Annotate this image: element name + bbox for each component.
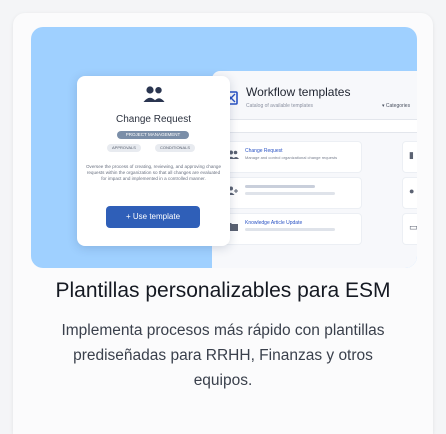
catalog-row-title — [245, 185, 315, 188]
hero-illustration: Workflow templates Catalog of available … — [31, 27, 417, 268]
template-description: Oversee the process of creating, reviewi… — [85, 164, 222, 181]
catalog-card[interactable]: ● — [402, 177, 417, 209]
catalog-row-description — [245, 192, 335, 195]
use-template-button[interactable]: + Use template — [106, 206, 200, 228]
workflow-catalog-panel: Workflow templates Catalog of available … — [212, 71, 417, 268]
calendar-icon: ▭ — [409, 222, 417, 232]
catalog-row-description: Manage and control organizational change… — [245, 155, 338, 160]
tag-chip-approvals: APPROVALS — [107, 144, 141, 152]
category-badge: PROJECT MANAGEMENT — [117, 131, 189, 139]
categories-filter-label: Categories — [385, 103, 411, 109]
tag-chip-conditionals: CONDITIONALS — [155, 144, 196, 152]
catalog-search-input[interactable] — [220, 119, 417, 133]
catalog-row-title: Change Request — [245, 148, 283, 154]
catalog-row-description — [245, 228, 335, 231]
feature-description: Implementa procesos más rápido con plant… — [61, 322, 385, 389]
people-icon — [143, 86, 165, 102]
catalog-row[interactable]: Change Request Manage and control organi… — [220, 141, 362, 173]
template-card[interactable]: Change Request PROJECT MANAGEMENT APPROV… — [77, 76, 230, 246]
catalog-row[interactable]: Knowledge Article Update — [220, 213, 362, 245]
catalog-title: Workflow templates — [246, 85, 351, 99]
person-icon: ● — [409, 186, 415, 196]
document-icon: ▮ — [409, 150, 414, 160]
feature-heading: Plantillas personalizables para ESM — [55, 279, 391, 302]
template-name: Change Request — [115, 114, 192, 125]
catalog-card[interactable]: ▮ — [402, 141, 417, 173]
categories-filter[interactable]: ▾ Categories — [382, 103, 410, 109]
catalog-subtitle: Catalog of available templates — [246, 103, 313, 109]
catalog-card[interactable]: ▭ — [402, 213, 417, 245]
catalog-row-title: Knowledge Article Update — [245, 220, 303, 226]
catalog-row[interactable] — [220, 177, 362, 209]
